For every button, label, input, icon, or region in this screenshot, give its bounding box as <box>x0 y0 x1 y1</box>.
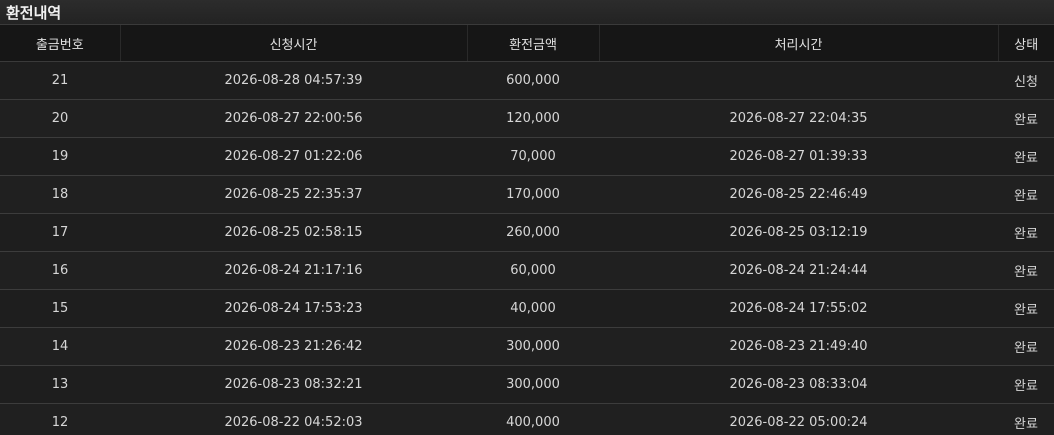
cell-status: 완료 <box>998 365 1054 404</box>
panel-header: 환전내역 <box>0 0 1054 25</box>
cell-withdrawal-number: 19 <box>0 137 120 176</box>
table-row: 14 2026-08-23 21:26:42 300,000 2026-08-23 2… <box>0 327 1054 366</box>
column-header-processed-time: 처리시간 <box>598 25 998 62</box>
cell-exchange-amount: 60,000 <box>467 251 599 290</box>
table-header: 출금번호 신청시간 환전금액 처리시간 상태 <box>0 25 1054 62</box>
cell-exchange-amount: 70,000 <box>467 137 599 176</box>
cell-request-time: 2026-08-22 04:52:03 <box>120 403 467 435</box>
cell-withdrawal-number: 12 <box>0 403 120 435</box>
cell-exchange-amount: 300,000 <box>467 365 599 404</box>
cell-request-time: 2026-08-27 22:00:56 <box>120 99 467 138</box>
cell-processed-time: 2026-08-22 05:00:24 <box>599 403 998 435</box>
table-row: 17 2026-08-25 02:58:15 260,000 2026-08-25 0… <box>0 213 1054 252</box>
cell-status: 완료 <box>998 175 1054 214</box>
cell-exchange-amount: 170,000 <box>467 175 599 214</box>
cell-processed-time <box>599 61 998 100</box>
cell-processed-time: 2026-08-27 22:04:35 <box>599 99 998 138</box>
cell-withdrawal-number: 15 <box>0 289 120 328</box>
column-header-request-time: 신청시간 <box>119 25 467 62</box>
cell-status: 완료 <box>998 403 1054 435</box>
cell-processed-time: 2026-08-25 22:46:49 <box>599 175 998 214</box>
table-row: 19 2026-08-27 01:22:06 70,000 2026-08-27 01… <box>0 137 1054 176</box>
cell-withdrawal-number: 13 <box>0 365 120 404</box>
cell-status: 완료 <box>998 137 1054 176</box>
cell-status: 완료 <box>998 251 1054 290</box>
column-header-status: 상태 <box>997 25 1054 62</box>
exchange-history-table: 출금번호 신청시간 환전금액 처리시간 상태 21 2026-08-28 04:5… <box>0 25 1054 435</box>
cell-exchange-amount: 400,000 <box>467 403 599 435</box>
cell-withdrawal-number: 16 <box>0 251 120 290</box>
cell-request-time: 2026-08-23 21:26:42 <box>120 327 467 366</box>
cell-withdrawal-number: 14 <box>0 327 120 366</box>
cell-exchange-amount: 600,000 <box>467 61 599 100</box>
cell-exchange-amount: 40,000 <box>467 289 599 328</box>
cell-processed-time: 2026-08-23 08:33:04 <box>599 365 998 404</box>
cell-request-time: 2026-08-23 08:32:21 <box>120 365 467 404</box>
cell-processed-time: 2026-08-24 17:55:02 <box>599 289 998 328</box>
exchange-history-panel: 환전내역 출금번호 신청시간 환전금액 처리시간 상태 21 2026-08-28… <box>0 0 1054 435</box>
cell-exchange-amount: 120,000 <box>467 99 599 138</box>
cell-status: 완료 <box>998 99 1054 138</box>
header-row: 출금번호 신청시간 환전금액 처리시간 상태 <box>0 25 1054 62</box>
column-header-withdrawal-number: 출금번호 <box>0 25 120 62</box>
cell-request-time: 2026-08-25 22:35:37 <box>120 175 467 214</box>
table-row: 13 2026-08-23 08:32:21 300,000 2026-08-23 0… <box>0 365 1054 404</box>
cell-processed-time: 2026-08-25 03:12:19 <box>599 213 998 252</box>
column-header-exchange-amount: 환전금액 <box>466 25 599 62</box>
cell-withdrawal-number: 21 <box>0 61 120 100</box>
cell-withdrawal-number: 18 <box>0 175 120 214</box>
cell-request-time: 2026-08-24 21:17:16 <box>120 251 467 290</box>
cell-withdrawal-number: 17 <box>0 213 120 252</box>
table-row: 18 2026-08-25 22:35:37 170,000 2026-08-25 2… <box>0 175 1054 214</box>
cell-request-time: 2026-08-28 04:57:39 <box>120 61 467 100</box>
cell-request-time: 2026-08-27 01:22:06 <box>120 137 467 176</box>
cell-status: 완료 <box>998 327 1054 366</box>
table-row: 12 2026-08-22 04:52:03 400,000 2026-08-22 0… <box>0 403 1054 435</box>
cell-request-time: 2026-08-25 02:58:15 <box>120 213 467 252</box>
cell-exchange-amount: 300,000 <box>467 327 599 366</box>
cell-processed-time: 2026-08-24 21:24:44 <box>599 251 998 290</box>
cell-exchange-amount: 260,000 <box>467 213 599 252</box>
table-row: 15 2026-08-24 17:53:23 40,000 2026-08-24 17… <box>0 289 1054 328</box>
cell-request-time: 2026-08-24 17:53:23 <box>120 289 467 328</box>
table-body: 21 2026-08-28 04:57:39 600,000 신청 20 2026-08-… <box>0 61 1054 435</box>
cell-status: 완료 <box>998 289 1054 328</box>
cell-status: 완료 <box>998 213 1054 252</box>
table-row: 20 2026-08-27 22:00:56 120,000 2026-08-27 2… <box>0 99 1054 138</box>
table-row: 21 2026-08-28 04:57:39 600,000 신청 <box>0 61 1054 100</box>
page-title: 환전내역 <box>6 3 62 22</box>
cell-status: 신청 <box>998 61 1054 100</box>
cell-processed-time: 2026-08-23 21:49:40 <box>599 327 998 366</box>
cell-withdrawal-number: 20 <box>0 99 120 138</box>
cell-processed-time: 2026-08-27 01:39:33 <box>599 137 998 176</box>
table-row: 16 2026-08-24 21:17:16 60,000 2026-08-24 21… <box>0 251 1054 290</box>
